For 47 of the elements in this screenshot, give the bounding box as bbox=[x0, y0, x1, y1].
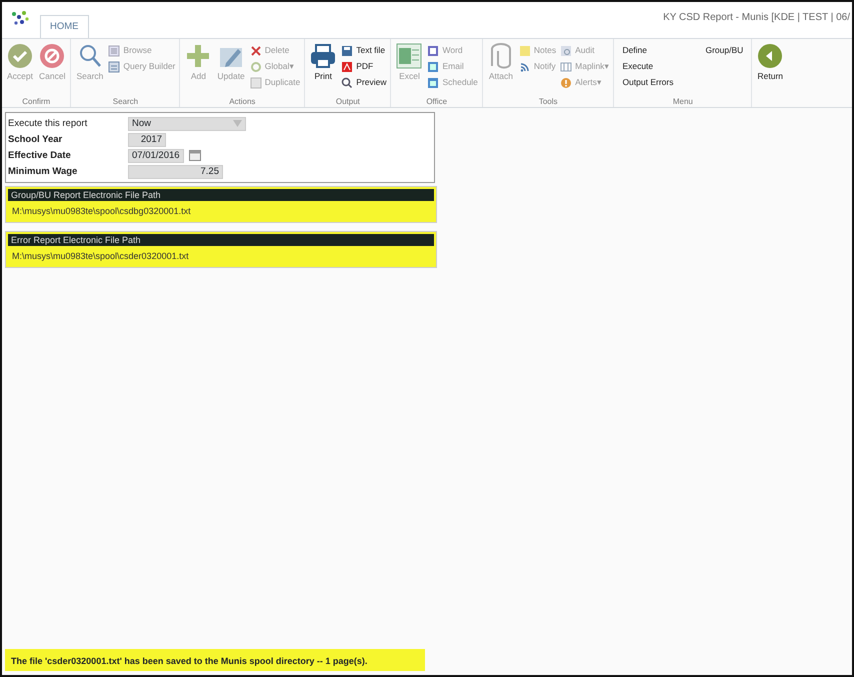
pdf-icon bbox=[341, 60, 354, 72]
ribbon-button[interactable]: Preview bbox=[341, 75, 386, 90]
menu-item[interactable]: Define bbox=[618, 43, 678, 58]
field-label: Minimum Wage bbox=[8, 164, 78, 179]
back-icon bbox=[757, 43, 784, 69]
panel-title: Error Report Electronic File Path bbox=[8, 234, 434, 246]
feed-icon bbox=[518, 60, 531, 72]
status-message: The file 'csder0320001.txt' has been saved to the Munis spool directory -- 1 page(s). bbox=[5, 648, 425, 671]
group-label: Tools bbox=[538, 96, 559, 107]
list-icon bbox=[108, 44, 120, 56]
field-label: Effective Date bbox=[8, 148, 72, 163]
number-field[interactable]: 2017 bbox=[128, 133, 166, 147]
date-field[interactable]: 07/01/2016 bbox=[128, 149, 184, 163]
window-title: KY CSD Report - Munis [KDE | TEST | 06/ bbox=[663, 11, 850, 25]
group-label: Actions bbox=[228, 96, 256, 107]
ribbon-button[interactable]: Print bbox=[309, 41, 338, 96]
ribbon-button[interactable]: Text file bbox=[341, 43, 386, 58]
panel-title: Group/BU Report Electronic File Path bbox=[8, 189, 434, 201]
note-icon bbox=[518, 44, 531, 56]
ribbon-tab[interactable]: HOME bbox=[40, 14, 88, 38]
floppy-icon bbox=[341, 44, 354, 56]
file-path: M:\musys\mu0983te\spool\csder0320001.txt bbox=[11, 250, 190, 263]
plus-icon bbox=[185, 43, 212, 69]
menu-item[interactable]: Group/BU bbox=[701, 43, 748, 58]
file-path: M:\musys\mu0983te\spool\csdbg0320001.txt bbox=[11, 205, 192, 218]
close-icon bbox=[250, 44, 262, 56]
table-icon bbox=[108, 60, 120, 72]
number-field[interactable]: 7.25 bbox=[128, 165, 223, 179]
cancel-icon bbox=[39, 43, 66, 69]
menu-item[interactable]: Execute bbox=[618, 59, 678, 74]
warning-icon bbox=[560, 76, 572, 88]
group-label: Confirm bbox=[21, 96, 52, 107]
ribbon-button[interactable]: PDF bbox=[341, 59, 386, 74]
group-label: Search bbox=[112, 96, 140, 107]
field-label: Execute this report bbox=[8, 116, 88, 131]
printer-icon bbox=[310, 43, 336, 69]
group-label: Office bbox=[425, 96, 448, 107]
dropdown[interactable]: Now bbox=[128, 117, 246, 131]
caret-icon bbox=[233, 120, 242, 127]
group-label: Menu bbox=[672, 96, 694, 107]
magnifier-icon bbox=[341, 76, 354, 88]
menu-item[interactable]: Output Errors bbox=[618, 75, 678, 90]
ribbon-button[interactable]: Return bbox=[756, 41, 784, 107]
check-icon bbox=[7, 43, 33, 69]
field-label: School Year bbox=[8, 132, 64, 147]
group-label: Output bbox=[334, 96, 361, 107]
spreadsheet-icon bbox=[396, 43, 422, 69]
